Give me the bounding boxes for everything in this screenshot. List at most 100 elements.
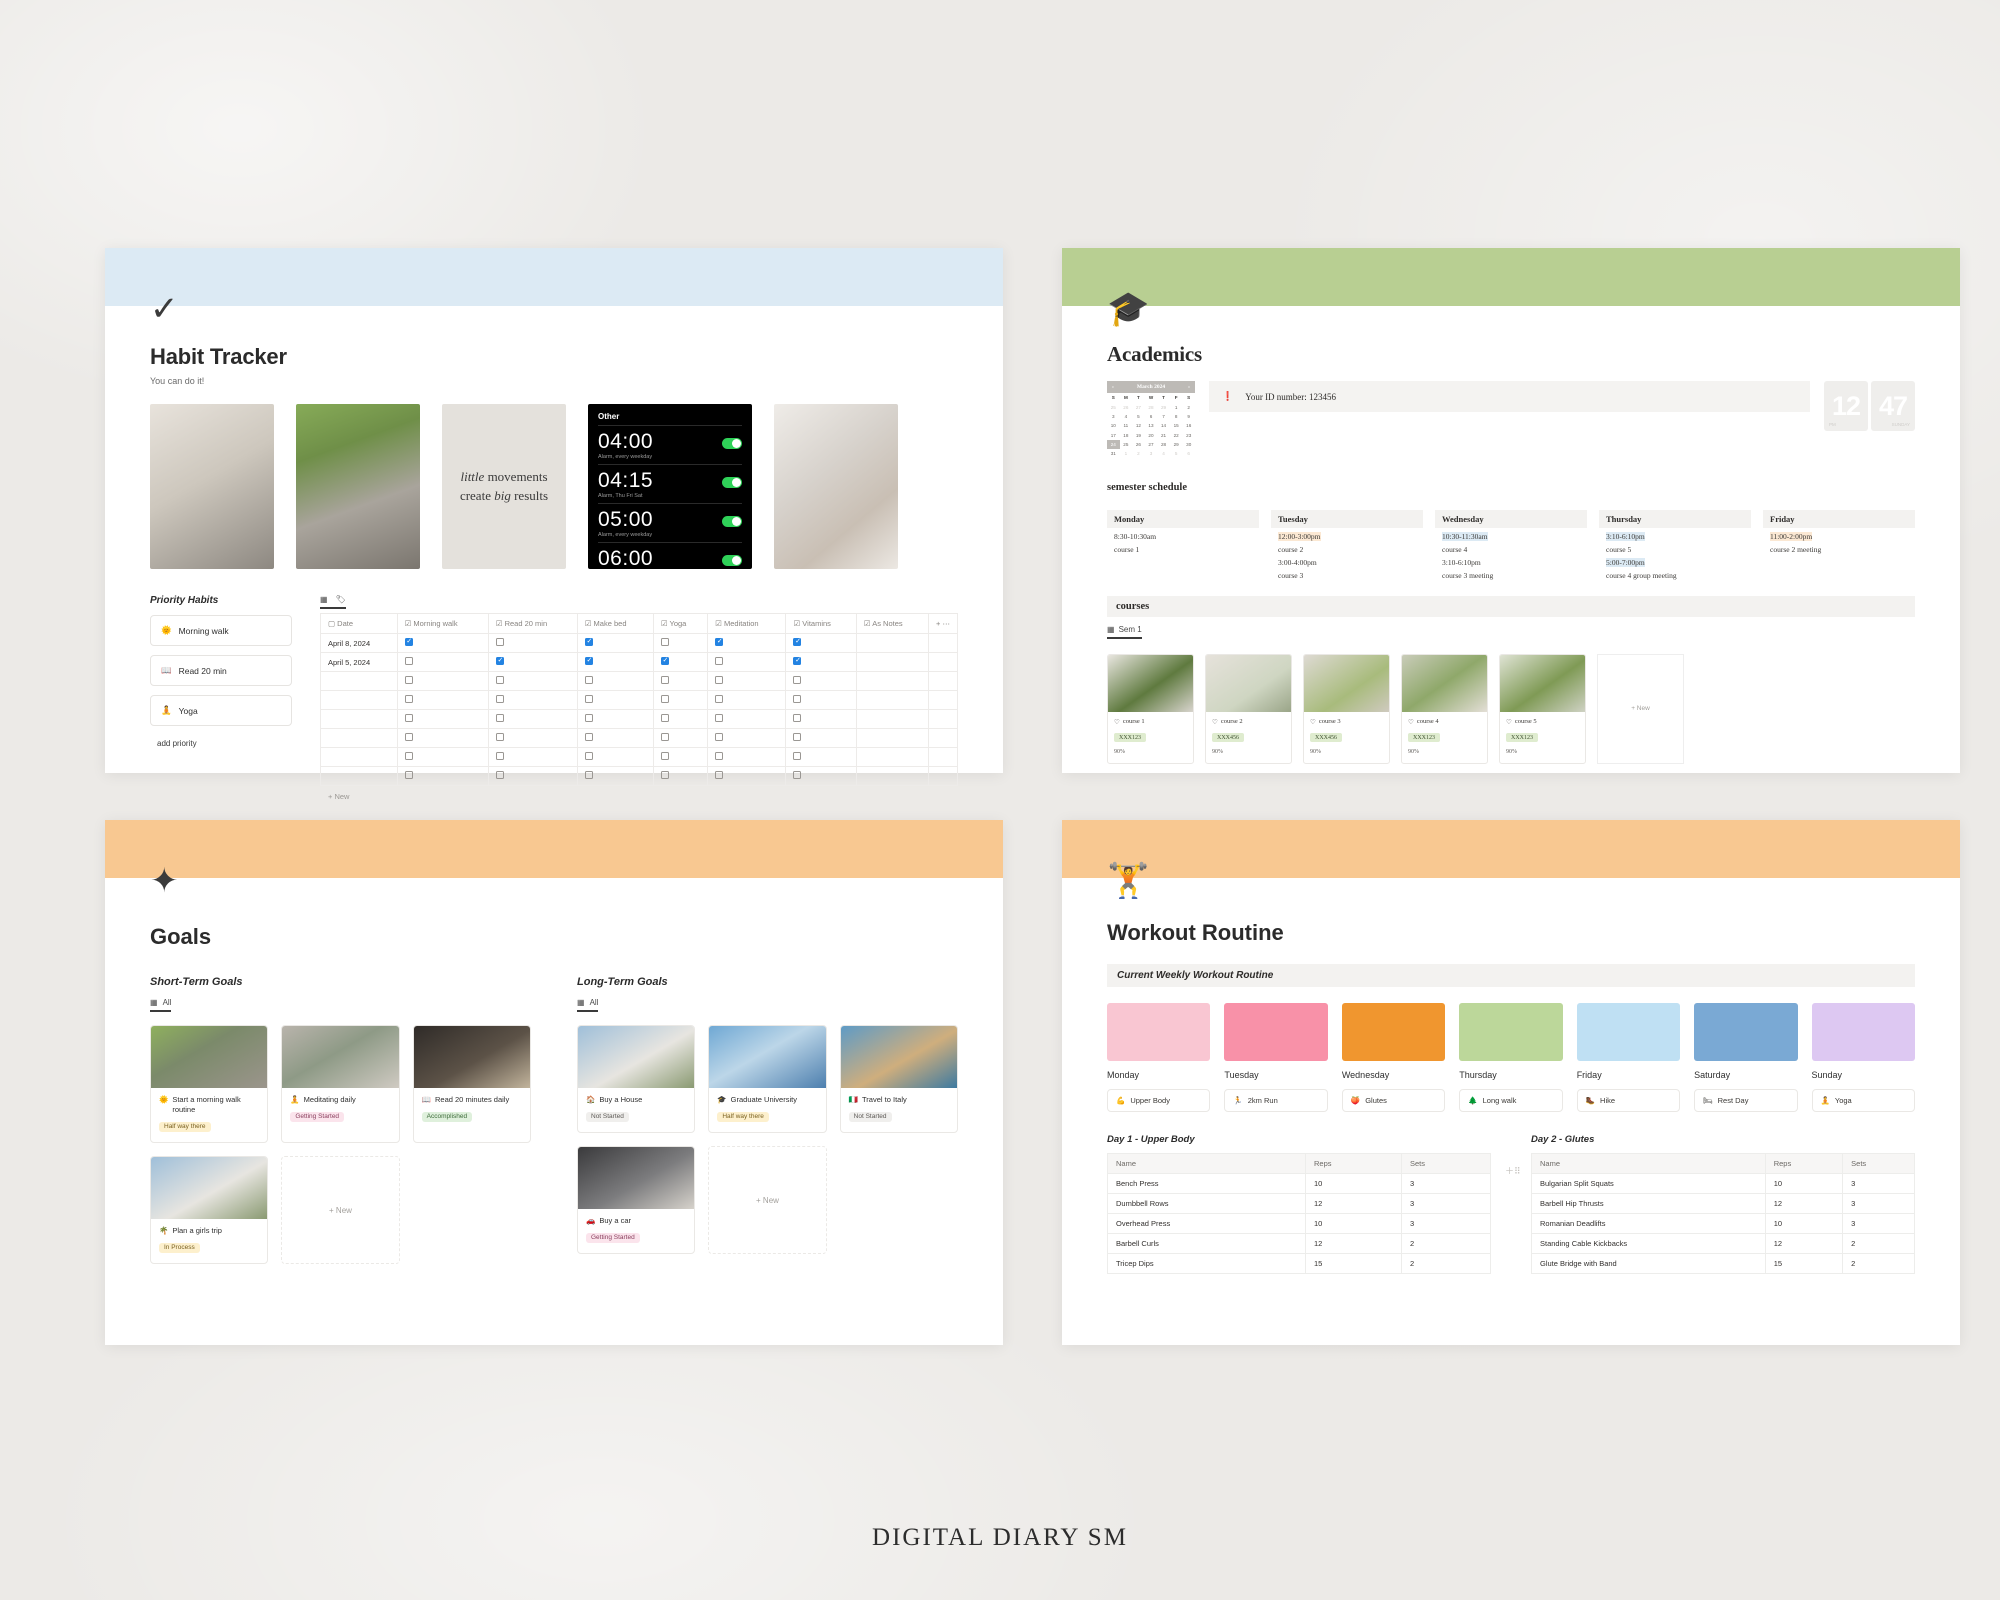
calendar-day[interactable]: 9 [1182, 412, 1195, 421]
cell-checkbox[interactable] [487, 709, 578, 729]
cell-name[interactable]: Dumbbell Rows [1107, 1193, 1306, 1214]
calendar-day[interactable]: 4 [1120, 412, 1133, 421]
alarm-toggle[interactable] [722, 438, 742, 449]
column-header[interactable]: ▢ Date [320, 614, 398, 634]
calendar-day[interactable]: 26 [1132, 440, 1145, 449]
cell-date[interactable] [320, 747, 398, 767]
checkbox[interactable] [495, 695, 504, 703]
cell-checkbox[interactable] [707, 728, 787, 748]
cell-checkbox[interactable] [707, 671, 787, 691]
cell-name[interactable]: Bench Press [1107, 1173, 1306, 1194]
day-activity-chip[interactable]: 🥾 Hike [1576, 1089, 1681, 1112]
cell-checkbox[interactable] [707, 766, 787, 786]
priority-habit-card[interactable]: 📖 Read 20 min [150, 655, 292, 686]
calendar-day[interactable]: 27 [1132, 402, 1145, 411]
checkbox[interactable] [495, 656, 504, 665]
checkbox[interactable] [715, 657, 724, 665]
calendar-day[interactable]: 21 [1157, 431, 1170, 440]
goal-card[interactable]: 🇮🇹 Travel to Italy Not Started [839, 1025, 958, 1134]
cell-checkbox[interactable] [487, 652, 578, 672]
cell-checkbox[interactable] [576, 747, 654, 767]
checkbox[interactable] [660, 771, 669, 779]
day-activity-chip[interactable]: 🛏 Rest Day [1694, 1089, 1798, 1112]
cell-checkbox[interactable] [576, 671, 654, 691]
cell-name[interactable]: Tricep Dips [1107, 1253, 1306, 1274]
checkbox[interactable] [584, 733, 593, 741]
cell-checkbox[interactable] [396, 671, 489, 691]
cell-checkbox[interactable] [576, 633, 654, 653]
checkbox[interactable] [660, 656, 669, 665]
cell-checkbox[interactable] [652, 766, 709, 786]
cell-name[interactable]: Barbell Curls [1107, 1233, 1306, 1254]
calendar-day[interactable]: 27 [1145, 440, 1158, 449]
column-header[interactable]: Sets [1400, 1153, 1492, 1174]
cell-sets[interactable]: 3 [1842, 1173, 1915, 1194]
day-activity-chip[interactable]: 🌲 Long walk [1459, 1089, 1563, 1112]
cell-sets[interactable]: 2 [1400, 1233, 1492, 1254]
goal-card[interactable]: 📖 Read 20 minutes daily Accomplished [412, 1025, 531, 1144]
cell-sets[interactable]: 2 [1842, 1253, 1915, 1274]
priority-habit-card[interactable]: 🧘 Yoga [150, 695, 292, 726]
cell-date[interactable]: April 8, 2024 [320, 633, 398, 653]
calendar-day[interactable]: 25 [1120, 440, 1133, 449]
goal-card[interactable]: 🏠 Buy a House Not Started [577, 1025, 696, 1134]
calendar-day[interactable]: 5 [1132, 412, 1145, 421]
calendar-day[interactable]: 22 [1170, 431, 1183, 440]
cell-checkbox[interactable] [396, 747, 489, 767]
cell-reps[interactable]: 12 [1764, 1193, 1844, 1214]
column-header[interactable]: ☑ Read 20 min [487, 614, 578, 634]
column-header[interactable]: ☑ Meditation [707, 614, 787, 634]
calendar-day[interactable]: 28 [1145, 402, 1158, 411]
cell-checkbox[interactable] [487, 690, 578, 710]
calendar-next-button[interactable]: › [1188, 384, 1190, 390]
day-activity-chip[interactable]: 💪 Upper Body [1107, 1089, 1211, 1112]
cell-notes[interactable] [855, 709, 930, 729]
day-activity-chip[interactable]: 🏃 2km Run [1224, 1089, 1328, 1112]
calendar-day[interactable]: 2 [1182, 402, 1195, 411]
column-header[interactable]: Reps [1764, 1153, 1844, 1174]
goal-new-button[interactable]: + New [708, 1146, 827, 1255]
checkbox[interactable] [495, 771, 504, 779]
column-header[interactable]: ☑ Morning walk [396, 614, 489, 634]
priority-habit-card[interactable]: 🌞 Morning walk [150, 615, 292, 646]
checkbox[interactable] [584, 771, 593, 779]
day-activity-chip[interactable]: 🧘 Yoga [1811, 1089, 1915, 1112]
calendar-day[interactable]: 14 [1157, 421, 1170, 430]
calendar-day[interactable]: 12 [1132, 421, 1145, 430]
tab-table-view[interactable]: ▦ 🏷 [320, 595, 346, 609]
calendar-day[interactable]: 30 [1182, 440, 1195, 449]
cell-checkbox[interactable] [487, 728, 578, 748]
add-column-button[interactable]: + ⋯ [928, 614, 958, 634]
cell-checkbox[interactable] [707, 747, 787, 767]
cell-checkbox[interactable] [396, 766, 489, 786]
cell-checkbox[interactable] [487, 671, 578, 691]
calendar-day[interactable]: 24 [1107, 439, 1120, 450]
checkbox[interactable] [404, 733, 413, 741]
cell-checkbox[interactable] [652, 633, 709, 653]
column-header[interactable]: Name [1531, 1153, 1766, 1174]
checkbox[interactable] [793, 637, 802, 646]
checkbox[interactable] [793, 733, 802, 741]
cell-checkbox[interactable] [785, 633, 857, 653]
checkbox[interactable] [715, 733, 724, 741]
calendar-day[interactable]: 25 [1107, 402, 1120, 411]
checkbox[interactable] [660, 733, 669, 741]
cell-checkbox[interactable] [785, 652, 857, 672]
cell-checkbox[interactable] [396, 728, 489, 748]
checkbox[interactable] [404, 771, 413, 779]
cell-reps[interactable]: 12 [1304, 1193, 1402, 1214]
cell-checkbox[interactable] [576, 652, 654, 672]
long-term-all-tab[interactable]: ▦ All [577, 998, 599, 1012]
cell-sets[interactable]: 3 [1842, 1213, 1915, 1234]
cell-reps[interactable]: 10 [1764, 1173, 1844, 1194]
cell-sets[interactable]: 3 [1400, 1193, 1492, 1214]
course-card[interactable]: ♡ course 1 XXX123 90% [1107, 653, 1194, 764]
cell-name[interactable]: Romanian Deadlifts [1531, 1213, 1766, 1234]
course-new-button[interactable]: + New [1597, 653, 1684, 764]
cell-checkbox[interactable] [652, 690, 709, 710]
cell-name[interactable]: Overhead Press [1107, 1213, 1306, 1234]
calendar-day[interactable]: 29 [1157, 402, 1170, 411]
checkbox[interactable] [495, 752, 504, 760]
cell-date[interactable] [320, 728, 398, 748]
cell-checkbox[interactable] [652, 747, 709, 767]
